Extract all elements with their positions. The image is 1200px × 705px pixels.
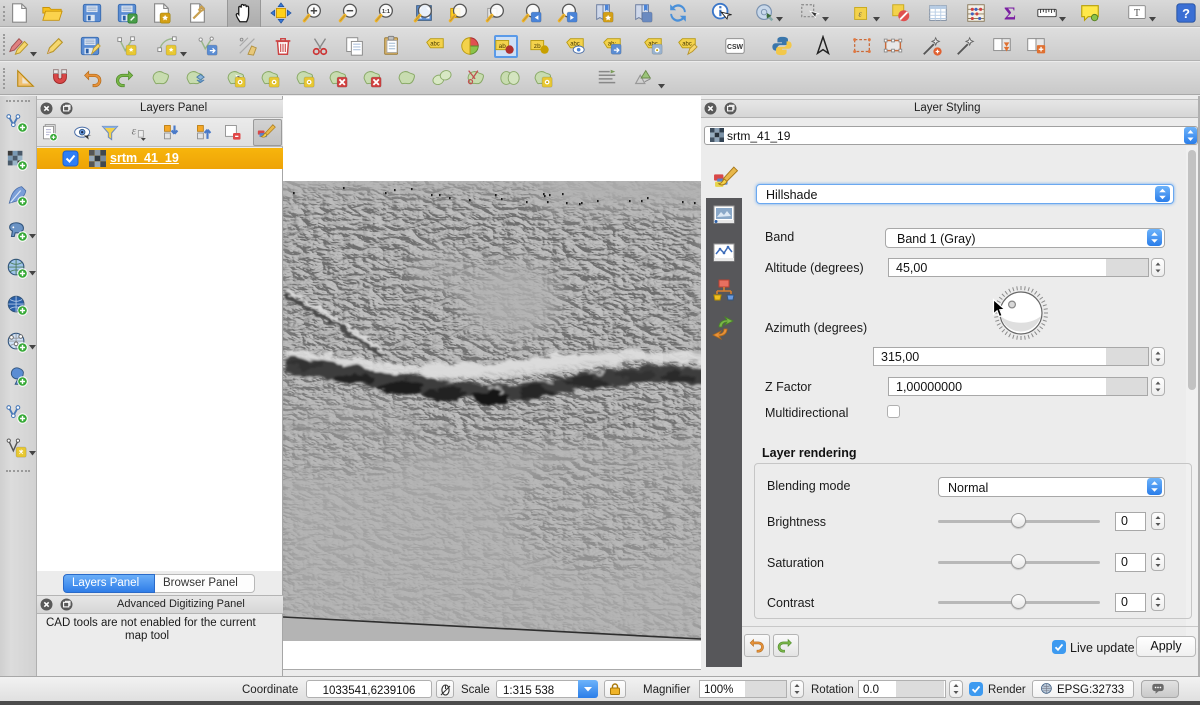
svg-text:?: ? bbox=[1182, 6, 1190, 21]
svg-text:T: T bbox=[1134, 8, 1140, 19]
svg-text:CSW: CSW bbox=[727, 44, 744, 51]
svg-text:Σ: Σ bbox=[1004, 3, 1016, 23]
svg-text:abc: abc bbox=[430, 42, 440, 48]
svg-text:abc: abc bbox=[682, 42, 692, 48]
svg-text:zb: zb bbox=[534, 43, 541, 50]
svg-text:ε: ε bbox=[132, 125, 137, 138]
svg-text:ab: ab bbox=[499, 43, 507, 50]
svg-text:1:1: 1:1 bbox=[382, 9, 390, 15]
